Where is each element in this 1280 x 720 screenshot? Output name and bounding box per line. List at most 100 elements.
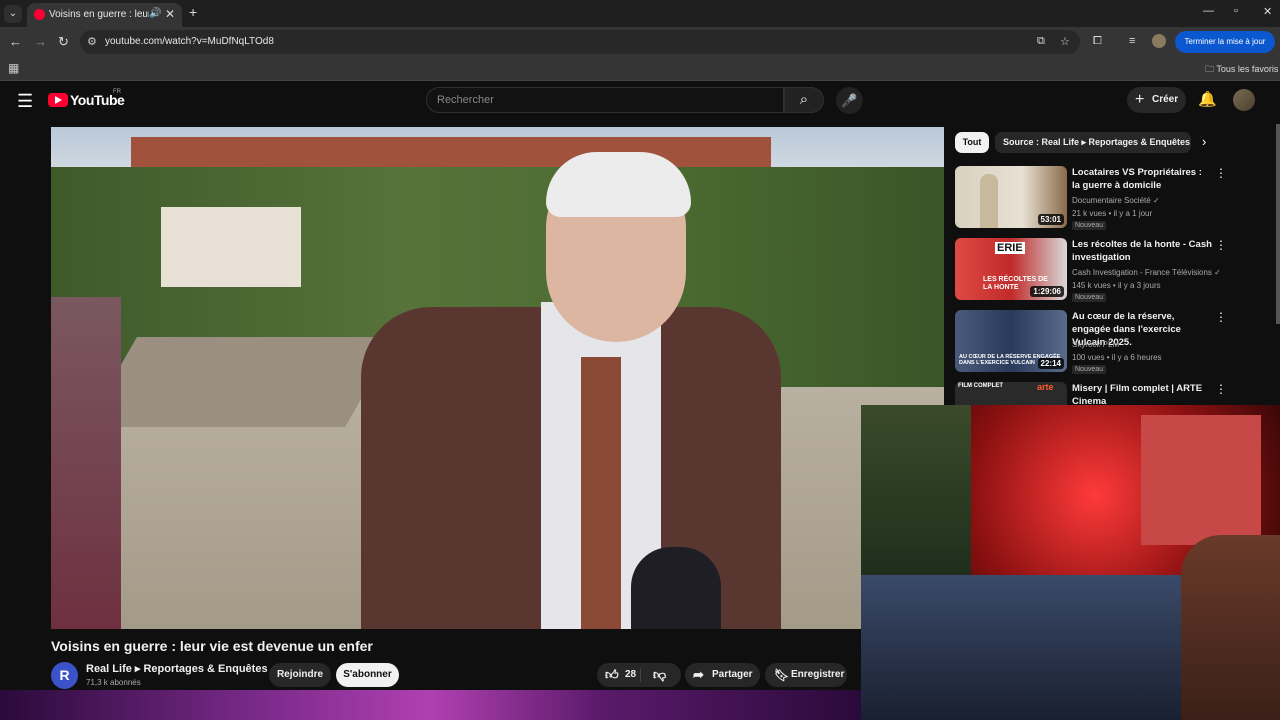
recommendation-channel[interactable]: Documentaire Société ✓ [1072,196,1160,205]
update-button[interactable]: Terminer la mise à jour [1175,31,1275,53]
scrollbar[interactable] [1276,124,1280,324]
maximize-icon[interactable]: ▫ [1234,5,1238,17]
youtube-favicon-icon [34,9,45,20]
share-button[interactable]: ➦ Partager [685,663,760,687]
reload-icon[interactable]: ↻ [58,34,69,50]
more-options-icon[interactable]: ⋮ [1215,238,1227,252]
verified-icon: ✓ [1152,196,1160,205]
window-close-icon[interactable]: ✕ [1263,5,1272,18]
new-badge: Nouveau [1072,365,1107,374]
plus-icon: + [1135,91,1145,108]
recommendation-views: 21 k vues • il y a 1 jour [1072,209,1153,218]
new-badge: Nouveau [1072,293,1107,302]
save-button[interactable]: 🔖︎ Enregistrer [765,663,847,687]
save-label: Enregistrer [791,669,845,680]
recommendation-title[interactable]: Locataires VS Propriétaires : la guerre … [1072,166,1212,192]
channel-name[interactable]: Real Life ▸ Reportages & Enquêtes [86,662,268,675]
extensions-icon[interactable]: ⧠ [1093,35,1102,48]
search-placeholder: Rechercher [437,94,494,106]
browser-tab-active[interactable]: Voisins en guerre : leur vie est devenue… [27,3,182,27]
chevron-right-icon[interactable]: › [1202,134,1206,149]
recommendation-views: 145 k vues • il y a 3 jours [1072,281,1161,290]
join-button[interactable]: Rejoindre [269,663,331,687]
recommendation-channel[interactable]: Cash Investigation - France Télévisions … [1072,268,1221,277]
share-icon: ➦ [693,667,704,682]
recommendation-channel[interactable]: Skyrock PLM [1072,340,1119,349]
recommendation-thumbnail[interactable]: ERIE LES RÉCOLTES DE LA HONTE 1:29:06 [955,238,1067,300]
like-dislike-group: 👍︎ 28 👎︎ [597,663,681,687]
recommendation-item[interactable]: 53:01 Locataires VS Propriétaires : la g… [955,166,1235,236]
channel-avatar[interactable]: R [51,662,78,689]
microphone-icon[interactable]: 🎤 [836,87,863,114]
notifications-bell-icon[interactable]: 🔔 [1198,90,1217,108]
subscribe-button[interactable]: S'abonner [336,663,399,687]
video-path [85,337,397,427]
forward-icon[interactable]: → [34,34,47,49]
video-microphone [631,547,721,629]
more-options-icon[interactable]: ⋮ [1215,382,1227,396]
webcam-poster [1141,415,1261,545]
install-icon[interactable]: ⧉ [1037,35,1045,48]
address-bar[interactable]: ⚙ youtube.com/watch?v=MuDfNqLTOd8 ⧉ ☆ [80,30,1080,54]
recommendation-item[interactable]: ERIE LES RÉCOLTES DE LA HONTE 1:29:06 Le… [955,238,1235,308]
video-player[interactable] [51,127,944,629]
thumbs-up-icon[interactable]: 👍︎ [605,663,619,687]
tab-title: Voisins en guerre : leur vie est devenue… [49,9,149,20]
video-house-wall [161,207,301,287]
video-man-tie [581,357,621,629]
browser-toolbar: ← → ↻ ⚙ youtube.com/watch?v=MuDfNqLTOd8 … [0,27,1280,57]
new-tab-plus-icon[interactable]: + [189,4,197,20]
create-button[interactable]: + Créer [1127,87,1186,113]
search-icon[interactable]: ⌕ [784,87,824,113]
audio-icon[interactable]: 🔊 [149,8,161,19]
media-icon[interactable]: ≡ [1129,35,1135,47]
webcam-overlay [861,405,1280,720]
star-icon[interactable]: ☆ [1060,35,1070,48]
webcam-person [1181,535,1280,720]
recommendation-item[interactable]: AU CŒUR DE LA RÉSERVE ENGAGÉE DANS L'EXE… [955,310,1235,380]
video-person-left [51,297,121,629]
url-text[interactable]: youtube.com/watch?v=MuDfNqLTOd8 [105,36,274,47]
youtube-header: ☰ YouTube FR Rechercher ⌕ 🎤 + Créer 🔔 [0,81,1280,123]
video-duration: 1:29:06 [1030,286,1064,297]
like-count[interactable]: 28 [625,663,636,687]
create-label: Créer [1152,94,1179,105]
bookmark-icon: 🔖︎ [774,668,790,682]
video-title: Voisins en guerre : leur vie est devenue… [51,638,373,654]
recommendation-thumbnail[interactable]: 53:01 [955,166,1067,228]
share-label: Partager [712,669,753,680]
back-icon[interactable]: ← [9,34,22,49]
all-bookmarks-label: Tous les favoris [1216,64,1279,74]
chip-all[interactable]: Tout [955,132,989,153]
thumb-person [980,174,998,228]
browser-tab-strip: ⌄ Voisins en guerre : leur vie est deven… [0,0,1280,27]
bookmarks-bar: ▦ 🗀 Tous les favoris [0,57,1280,81]
chip-source[interactable]: Source : Real Life ▸ Reportages & Enquêt… [995,132,1191,153]
divider [640,668,641,682]
arte-logo: arte [1037,382,1054,392]
recommendation-channel-name: Documentaire Société [1072,196,1151,205]
new-badge: Nouveau [1072,221,1107,230]
minimize-icon[interactable]: — [1203,5,1214,17]
user-avatar[interactable] [1233,89,1255,111]
bottom-overlay-strip [0,690,861,720]
subscriber-count: 71,3 k abonnés [86,678,141,687]
country-code: FR [113,89,121,95]
site-info-icon[interactable]: ⚙ [87,35,97,48]
search-input[interactable]: Rechercher [426,87,784,113]
tab-search-icon[interactable]: ⌄ [4,5,22,23]
thumbs-down-icon[interactable]: 👎︎ [653,663,666,687]
recommendation-thumbnail[interactable]: AU CŒUR DE LA RÉSERVE ENGAGÉE DANS L'EXE… [955,310,1067,372]
recommendation-views: 100 vues • il y a 6 heures [1072,353,1162,362]
apps-icon[interactable]: ▦ [8,61,19,75]
folder-icon: 🗀 [1205,64,1215,74]
thumb-label: FILM COMPLET [958,383,1003,389]
recommendation-title[interactable]: Les récoltes de la honte - Cash investig… [1072,238,1212,264]
more-options-icon[interactable]: ⋮ [1215,166,1227,180]
hamburger-menu-icon[interactable]: ☰ [17,91,33,112]
more-options-icon[interactable]: ⋮ [1215,310,1227,324]
video-duration: 53:01 [1037,214,1064,225]
all-bookmarks-link[interactable]: 🗀 Tous les favoris [1205,62,1278,78]
profile-avatar[interactable] [1152,34,1166,48]
close-icon[interactable]: ✕ [165,7,175,21]
